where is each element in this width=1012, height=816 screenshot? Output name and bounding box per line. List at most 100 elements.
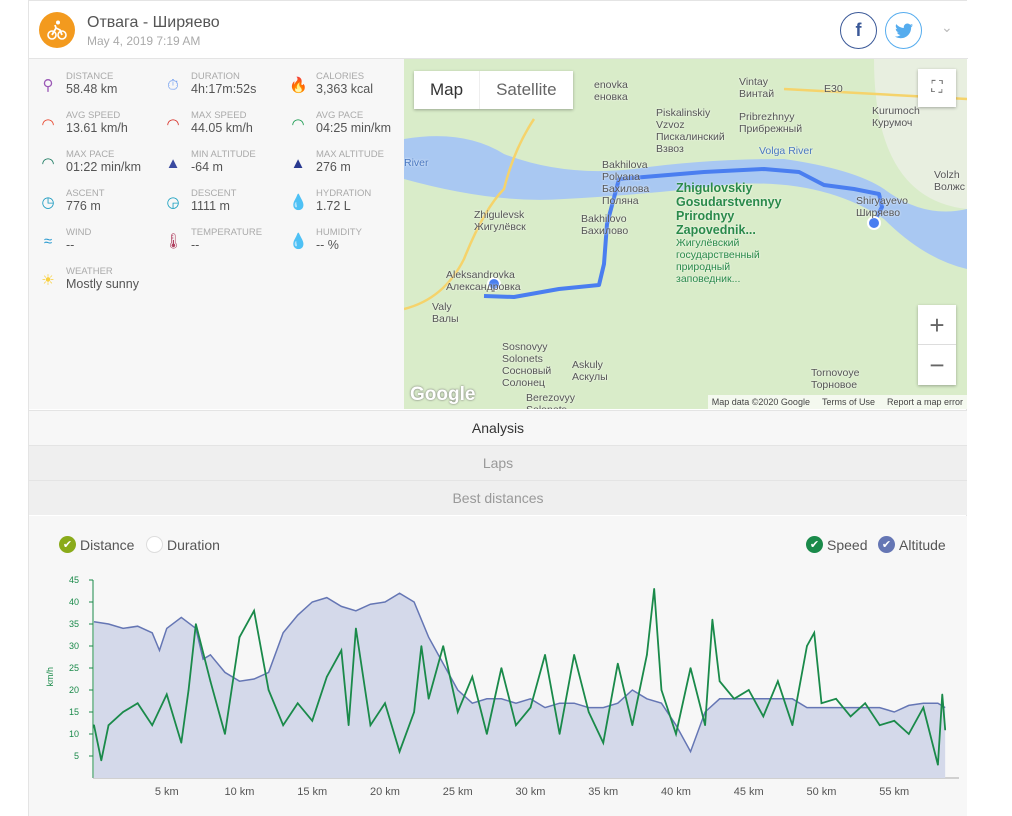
- speed-point: [587, 711, 590, 713]
- speed-point: [806, 645, 808, 647]
- y-tick-label: 40: [69, 597, 79, 607]
- stat-label: CALORIES: [316, 71, 365, 82]
- map-label: Zhigulovskiy Gosudarstvennyy Prirodnyy Z…: [676, 181, 782, 237]
- speed-point: [420, 645, 423, 647]
- map-data-text: Map data ©2020 Google: [711, 397, 810, 407]
- stat-label: ASCENT: [66, 188, 105, 199]
- x-tick-label: 45 km: [734, 786, 764, 798]
- speed-point: [100, 759, 103, 762]
- stat-ascent: ◷ ASCENT 776 m: [29, 188, 154, 224]
- map-label: Shiryayevo Ширяево: [856, 195, 908, 219]
- stat-value: 3,363 kcal: [316, 82, 373, 96]
- stat-value: 13.61 km/h: [66, 121, 128, 135]
- zoom-in-button[interactable]: +: [918, 305, 956, 345]
- tab-analysis[interactable]: Analysis: [29, 410, 967, 445]
- speed-point: [93, 724, 95, 726]
- satellite-button[interactable]: Satellite: [479, 71, 572, 109]
- map-type-control: Map Satellite: [414, 71, 573, 109]
- speed-point: [777, 680, 779, 682]
- speedometer-icon: ◠: [41, 116, 55, 133]
- stat-calories: 🔥 CALORIES 3,363 kcal: [279, 71, 404, 107]
- map-button[interactable]: Map: [414, 71, 479, 109]
- ascent-compass-icon: ◷: [41, 194, 55, 211]
- speed-point: [427, 698, 430, 700]
- tab-laps[interactable]: Laps: [29, 445, 967, 480]
- stat-max-speed: ◠ MAX SPEED 44.05 km/h: [154, 110, 279, 146]
- map-label: Bakhilova Polyana Бахилова Поляна: [602, 159, 650, 207]
- facebook-share-button[interactable]: f: [840, 12, 877, 49]
- activity-title: Отвага - Ширяево: [87, 14, 220, 31]
- facebook-icon: f: [855, 20, 862, 40]
- stopwatch-icon: ⏱: [167, 77, 179, 94]
- drops-icon: 💧: [289, 194, 308, 211]
- x-tick-label: 50 km: [807, 786, 837, 798]
- stat-label: HYDRATION: [316, 188, 372, 199]
- speed-point: [238, 636, 241, 638]
- analysis-chart: ✔ Distance Duration ✔ Speed ✔ Altitude 5 10 1…: [29, 516, 967, 816]
- y-tick-label: 45: [69, 575, 79, 585]
- stat-label: DESCENT: [191, 188, 237, 199]
- fullscreen-button[interactable]: ⛶: [918, 69, 956, 107]
- stat-value: 1.72 L: [316, 199, 351, 213]
- speed-point: [893, 720, 896, 722]
- stat-label: DURATION: [191, 71, 240, 82]
- map-attribution: Map data ©2020 Google Terms of Use Repor…: [707, 395, 967, 409]
- speed-point: [136, 702, 139, 704]
- speed-point: [849, 715, 852, 718]
- chevron-down-icon[interactable]: ⌄: [941, 19, 953, 36]
- report-error-link[interactable]: Report a map error: [887, 397, 963, 407]
- map-label: Kurumoch Курумоч: [872, 105, 920, 129]
- x-tick-label: 15 km: [297, 786, 327, 798]
- speed-point: [864, 702, 866, 704]
- zoom-out-button[interactable]: −: [918, 345, 956, 385]
- speed-point: [471, 676, 474, 678]
- x-tick-label: 5 km: [155, 786, 179, 798]
- speed-point: [944, 728, 946, 731]
- stat-wind: ≈ WIND --: [29, 227, 154, 263]
- speed-point: [384, 702, 386, 704]
- speed-point: [617, 662, 619, 665]
- stat-temperature: 🌡 TEMPERATURE --: [154, 227, 279, 263]
- y-tick-label: 35: [69, 619, 79, 629]
- activity-header: Отвага - Ширяево May 4, 2019 7:19 AM f ⌄: [29, 1, 968, 59]
- altitude-area: [94, 593, 946, 778]
- twitter-share-button[interactable]: [885, 12, 922, 49]
- speed-point: [413, 711, 415, 713]
- speed-point: [573, 654, 575, 656]
- speed-point: [107, 724, 110, 726]
- stat-value: 4h:17m:52s: [191, 82, 257, 96]
- tab-best-distances[interactable]: Best distances: [29, 480, 967, 515]
- map-label: Askuly Аскулы: [572, 359, 608, 383]
- x-tick-label: 25 km: [443, 786, 473, 798]
- stat-duration: ⏱ DURATION 4h:17m:52s: [154, 71, 279, 107]
- map-label: River: [404, 157, 429, 169]
- terms-link[interactable]: Terms of Use: [822, 397, 875, 407]
- map-label: Berezovyy Solonets: [526, 392, 576, 409]
- map-label: Volga River: [759, 145, 813, 157]
- stat-avg-speed: ◠ AVG SPEED 13.61 km/h: [29, 110, 154, 146]
- speed-point: [515, 724, 517, 726]
- stat-value: -64 m: [191, 160, 223, 174]
- stat-weather: ☀ WEATHER Mostly sunny: [29, 266, 154, 302]
- speed-point: [267, 689, 270, 691]
- speed-point: [340, 649, 343, 652]
- speed-point: [747, 689, 750, 691]
- speed-point: [442, 645, 445, 647]
- x-tick-label: 55 km: [879, 786, 909, 798]
- stat-value: 776 m: [66, 199, 101, 213]
- map-label: Zhigulevsk Жигулёвск: [474, 209, 526, 233]
- stat-label: MAX ALTITUDE: [316, 149, 384, 160]
- stat-value: Mostly sunny: [66, 277, 139, 291]
- speed-point: [941, 693, 944, 696]
- activity-date: May 4, 2019 7:19 AM: [87, 34, 201, 48]
- speed-point: [660, 689, 663, 691]
- route-map[interactable]: Vintay Винтай E30 Kurumoch Курумоч Piskalin…: [404, 59, 967, 409]
- speed-point: [653, 588, 655, 590]
- map-label: Valy Валы: [432, 301, 459, 325]
- stat-value: 58.48 km: [66, 82, 118, 96]
- map-label: E30: [824, 83, 843, 95]
- stat-label: WIND: [66, 227, 92, 238]
- map-label: Aleksandrovka Александровка: [446, 269, 521, 293]
- stat-label: MAX PACE: [66, 149, 115, 160]
- stat-label: HUMIDITY: [316, 227, 362, 238]
